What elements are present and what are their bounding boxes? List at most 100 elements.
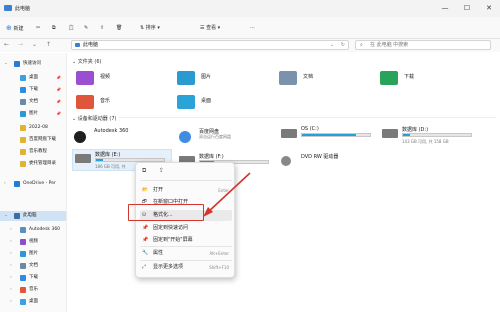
sidebar-item-label: 桌面 xyxy=(29,299,38,304)
window-title: 此电脑 xyxy=(15,6,31,12)
chevron-icon[interactable]: › xyxy=(10,225,12,235)
chevron-icon[interactable]: ⌄ xyxy=(4,59,8,69)
folder-item[interactable]: 视频 xyxy=(76,70,171,90)
drive-item[interactable]: 百度网盘 双击运行百度网盘 xyxy=(177,127,277,149)
folder-item[interactable]: 文档 xyxy=(279,70,374,90)
breadcrumb[interactable]: 此电脑 xyxy=(83,41,98,49)
recent-icon[interactable]: ⌄ xyxy=(32,41,37,48)
chevron-icon[interactable]: › xyxy=(10,249,12,259)
folder-item[interactable]: 下载 xyxy=(380,70,475,90)
menu-item[interactable]: 🔧 属性 Alt+Enter xyxy=(140,248,232,259)
drive-item[interactable]: Autodesk 360 xyxy=(72,127,172,149)
more-options-icon: ⤢ xyxy=(142,264,147,270)
sidebar-item-label: 百度网盘下载 xyxy=(29,137,56,142)
menu-item[interactable]: 📌 固定到"开始"屏幕 xyxy=(140,235,232,246)
sidebar-item[interactable]: 音乐教程 xyxy=(0,147,66,157)
back-icon[interactable]: ← xyxy=(4,41,9,48)
menu-item-label: 属性 xyxy=(153,250,164,256)
copy-icon[interactable]: ⧉ xyxy=(52,22,56,34)
search-icon: ⌕ xyxy=(360,42,363,48)
share-icon[interactable]: ⇪ xyxy=(100,22,104,34)
paste-icon[interactable]: 📋 xyxy=(68,22,74,34)
chevron-icon[interactable]: ⌄ xyxy=(4,211,8,221)
folders-section-header[interactable]: ⌄ 文件夹 (6) xyxy=(72,58,101,65)
up-icon[interactable]: ↑ xyxy=(46,41,51,48)
minimize-button[interactable]: — xyxy=(434,0,456,17)
chevron-icon[interactable]: › xyxy=(10,261,12,271)
chevron-icon[interactable]: › xyxy=(4,179,6,189)
pc-icon xyxy=(4,5,12,11)
folder-item[interactable]: 音乐 xyxy=(76,94,171,114)
sidebar-item-label: 快速访问 xyxy=(23,61,41,66)
sidebar-item[interactable]: 委托管理目录 xyxy=(0,159,66,169)
folder-icon xyxy=(20,275,26,281)
sidebar-item[interactable]: 下载 📌 xyxy=(0,85,66,95)
sidebar-item[interactable]: ⌄ 此电脑 xyxy=(0,211,66,221)
chevron-icon[interactable]: › xyxy=(10,273,12,283)
folder-icon xyxy=(20,99,26,105)
sidebar-item[interactable]: 百度网盘下载 xyxy=(0,135,66,145)
sidebar-item[interactable]: › 视频 xyxy=(0,237,66,247)
chevron-icon[interactable]: › xyxy=(10,237,12,247)
arrow-icon xyxy=(203,172,251,217)
view-button[interactable]: ☰ 查看 ▾ xyxy=(200,22,220,34)
new-icon: ⊕ xyxy=(6,24,12,32)
chevron-icon[interactable]: › xyxy=(10,297,12,307)
sidebar-item[interactable]: › 下载 xyxy=(0,273,66,283)
close-button[interactable]: ✕ xyxy=(478,0,500,17)
sidebar-item[interactable]: 图片 📌 xyxy=(0,109,66,119)
sidebar-item[interactable]: › Autodesk 360 xyxy=(0,225,66,235)
search-input[interactable]: ⌕ 在 此电脑 中搜索 xyxy=(355,40,491,50)
pin-icon: 📌 xyxy=(56,75,61,80)
sidebar-item[interactable]: ⌄ 快速访问 xyxy=(0,59,66,69)
folder-icon xyxy=(20,75,26,81)
pc-icon xyxy=(75,43,80,47)
sidebar-item[interactable]: › 文档 xyxy=(0,261,66,271)
folder-label: 下载 xyxy=(404,74,415,80)
share-icon[interactable]: ⇪ xyxy=(159,167,164,174)
sidebar-item-label: 桌面 xyxy=(29,75,38,80)
address-bar[interactable]: 此电脑 ⌄ ↻ xyxy=(71,40,349,50)
command-bar: ⊕ 新建 ✂ ⧉ 📋 ✎ ⇪ 🗑 ⇅ 排序 ▾ ☰ 查看 ▾ ··· xyxy=(0,17,500,39)
folder-item[interactable]: 图片 xyxy=(177,70,272,90)
folder-label: 音乐 xyxy=(100,98,111,104)
drive-label: 数据库 (F:) xyxy=(199,154,224,160)
folder-icon xyxy=(20,263,26,269)
folder-icon xyxy=(14,213,20,219)
forward-icon[interactable]: → xyxy=(18,41,23,48)
cut-icon[interactable]: ✂ xyxy=(36,22,40,34)
sidebar-item[interactable]: › 桌面 xyxy=(0,297,66,307)
maximize-button[interactable]: ☐ xyxy=(456,0,478,17)
dropdown-icon[interactable]: ⌄ xyxy=(330,41,334,49)
chevron-icon[interactable]: › xyxy=(10,285,12,295)
sidebar-item[interactable]: 桌面 📌 xyxy=(0,73,66,83)
view-label: 查看 xyxy=(206,25,217,31)
drives-section-header[interactable]: ⌄ 设备和驱动器 (7) xyxy=(72,115,120,122)
delete-icon[interactable]: 🗑 xyxy=(116,22,122,34)
drive-item[interactable]: DVD RW 驱动器 xyxy=(279,152,379,174)
refresh-icon[interactable]: ↻ xyxy=(341,41,345,49)
title-bar: 此电脑 — ☐ ✕ xyxy=(0,0,500,17)
folder-label: 图片 xyxy=(201,74,212,80)
folder-icon xyxy=(20,227,26,233)
sidebar-item[interactable]: 2022-08 xyxy=(0,123,66,133)
sidebar-item[interactable]: 文档 📌 xyxy=(0,97,66,107)
drive-item[interactable]: OS (C:) xyxy=(279,125,379,147)
sidebar-item[interactable]: › OneDrive - Per xyxy=(0,179,66,189)
chevron-down-icon: ⌄ xyxy=(72,116,77,122)
rename-icon[interactable]: ✎ xyxy=(84,22,88,34)
sidebar-item[interactable]: › 图片 xyxy=(0,249,66,259)
new-button[interactable]: ⊕ 新建 xyxy=(6,22,23,34)
folder-icon xyxy=(20,161,26,167)
menu-item[interactable]: ⤢ 显示更多选项 Shift+F10 xyxy=(140,262,232,273)
sidebar-item[interactable]: › 音乐 xyxy=(0,285,66,295)
copy-icon[interactable]: ⧉ xyxy=(142,167,146,175)
menu-item[interactable]: 📌 固定到快速访问 xyxy=(140,223,232,234)
sort-button[interactable]: ⇅ 排序 ▾ xyxy=(140,22,160,34)
menu-item-label: 显示更多选项 xyxy=(153,264,184,270)
drive-subtitle: 186 GB 可用, 共 xyxy=(95,164,126,169)
drive-item[interactable]: 数据库 (D:) 143 GB 可用, 共 158 GB xyxy=(380,125,480,147)
menu-item-shortcut: Shift+F10 xyxy=(209,265,229,270)
more-options-icon[interactable]: ··· xyxy=(250,22,255,34)
folder-item[interactable]: 桌面 xyxy=(177,94,272,114)
